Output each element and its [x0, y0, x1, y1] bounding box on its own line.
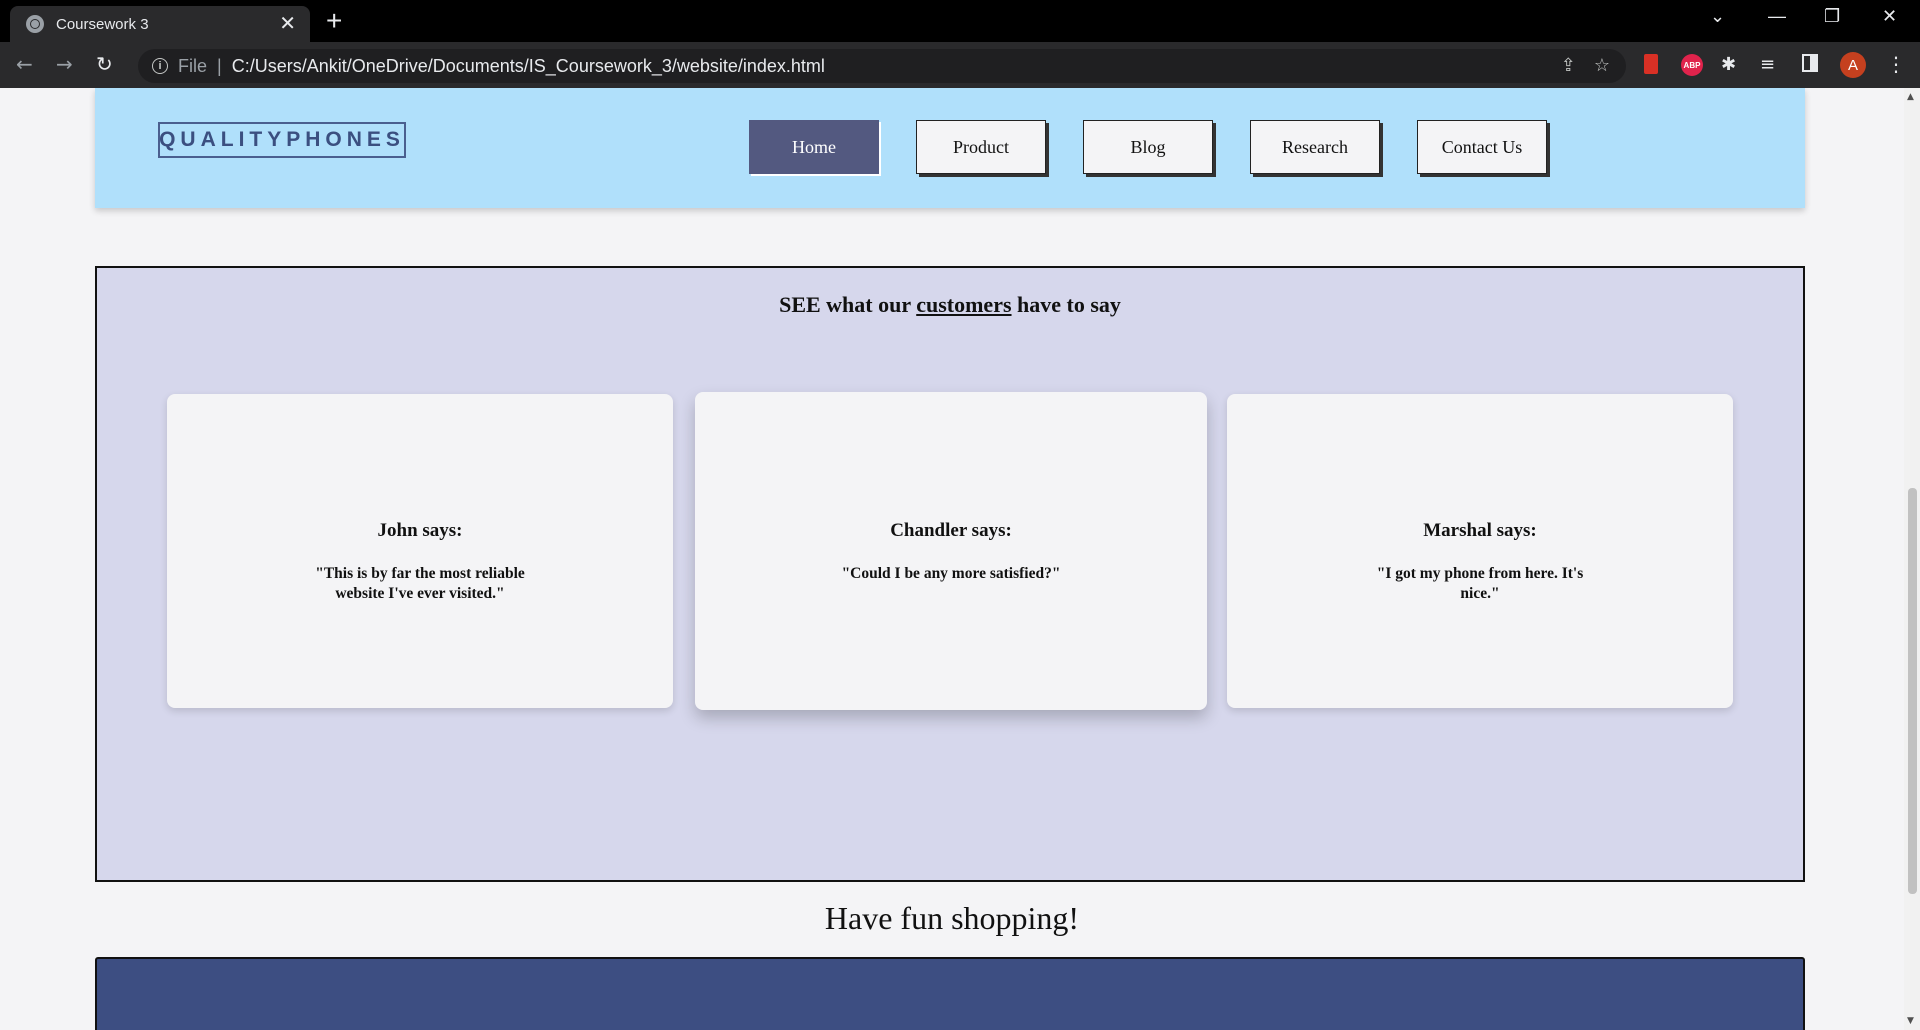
- testimonial-author: Marshal says:: [1423, 520, 1537, 541]
- page-scrollbar[interactable]: ▲ ▼: [1904, 88, 1920, 1030]
- testimonial-quote: "This is by far the most reliable websit…: [315, 565, 525, 602]
- testimonial-quote: "Could I be any more satisfied?": [841, 565, 1061, 582]
- info-icon[interactable]: i: [152, 58, 168, 74]
- forward-icon[interactable]: →: [56, 52, 73, 76]
- customers-link[interactable]: customers: [916, 292, 1011, 317]
- reload-icon[interactable]: ↻: [96, 52, 113, 76]
- browser-tab[interactable]: Coursework 3 ✕: [10, 6, 310, 42]
- scrollbar-thumb[interactable]: [1908, 488, 1917, 894]
- testimonials-section: SEE what our customers have to say John …: [95, 266, 1805, 882]
- nav-blog[interactable]: Blog: [1083, 120, 1213, 174]
- url-text[interactable]: C:/Users/Ankit/OneDrive/Documents/IS_Cou…: [232, 56, 825, 77]
- adblock-icon[interactable]: ABP: [1681, 54, 1703, 76]
- site-logo[interactable]: QUALITYPHONES: [158, 122, 406, 158]
- share-icon[interactable]: ⇪: [1561, 55, 1576, 76]
- testimonial-author: Chandler says:: [890, 520, 1012, 541]
- tab-title: Coursework 3: [56, 15, 149, 33]
- nav-research[interactable]: Research: [1250, 120, 1380, 174]
- side-panel-icon[interactable]: [1802, 54, 1818, 72]
- scroll-down-icon[interactable]: ▼: [1907, 1016, 1914, 1026]
- address-bar[interactable]: i File | C:/Users/Ankit/OneDrive/Documen…: [138, 49, 1626, 83]
- page-viewport: QUALITYPHONES Home Product Blog Research…: [0, 88, 1904, 1030]
- new-tab-button[interactable]: +: [326, 7, 342, 35]
- testimonial-card: Marshal says: "I got my phone from here.…: [1227, 394, 1733, 708]
- media-control-icon[interactable]: ≡: [1760, 54, 1775, 75]
- main-nav: Home Product Blog Research Contact Us: [749, 120, 1547, 174]
- url-separator: |: [217, 55, 222, 76]
- browser-menu-icon[interactable]: ⋮: [1886, 52, 1906, 76]
- tab-close-icon[interactable]: ✕: [279, 14, 296, 34]
- tagline: Have fun shopping!: [824, 900, 1080, 936]
- extensions-puzzle-icon[interactable]: ✱: [1721, 54, 1736, 75]
- globe-icon: [26, 15, 44, 33]
- testimonials-title: SEE what our customers have to say: [779, 292, 1121, 317]
- nav-product[interactable]: Product: [916, 120, 1046, 174]
- browser-titlebar: Coursework 3 ✕ + ⌄ — ❐ ✕: [0, 0, 1920, 42]
- close-window-button[interactable]: ✕: [1882, 6, 1897, 27]
- testimonial-quote: "I got my phone from here. It's nice.": [1376, 565, 1584, 602]
- back-icon[interactable]: ←: [16, 52, 33, 76]
- nav-home[interactable]: Home: [749, 120, 879, 174]
- bookmark-star-icon[interactable]: ☆: [1594, 55, 1610, 76]
- extension-red-icon[interactable]: [1644, 54, 1658, 74]
- tab-search-icon[interactable]: ⌄: [1710, 6, 1725, 27]
- restore-button[interactable]: ❐: [1824, 6, 1840, 27]
- site-header: QUALITYPHONES Home Product Blog Research…: [95, 88, 1805, 208]
- nav-contact-us[interactable]: Contact Us: [1417, 120, 1547, 174]
- minimize-button[interactable]: —: [1768, 6, 1786, 27]
- profile-avatar[interactable]: A: [1840, 52, 1866, 78]
- testimonial-author: John says:: [377, 520, 463, 541]
- scheme-label: File: [178, 55, 208, 76]
- testimonial-card: Chandler says: "Could I be any more sati…: [695, 392, 1207, 710]
- testimonial-card: John says: "This is by far the most reli…: [167, 394, 673, 708]
- scroll-up-icon[interactable]: ▲: [1907, 92, 1914, 102]
- footer-section: [95, 957, 1805, 1030]
- browser-toolbar: ← → ↻ i File | C:/Users/Ankit/OneDrive/D…: [0, 42, 1920, 88]
